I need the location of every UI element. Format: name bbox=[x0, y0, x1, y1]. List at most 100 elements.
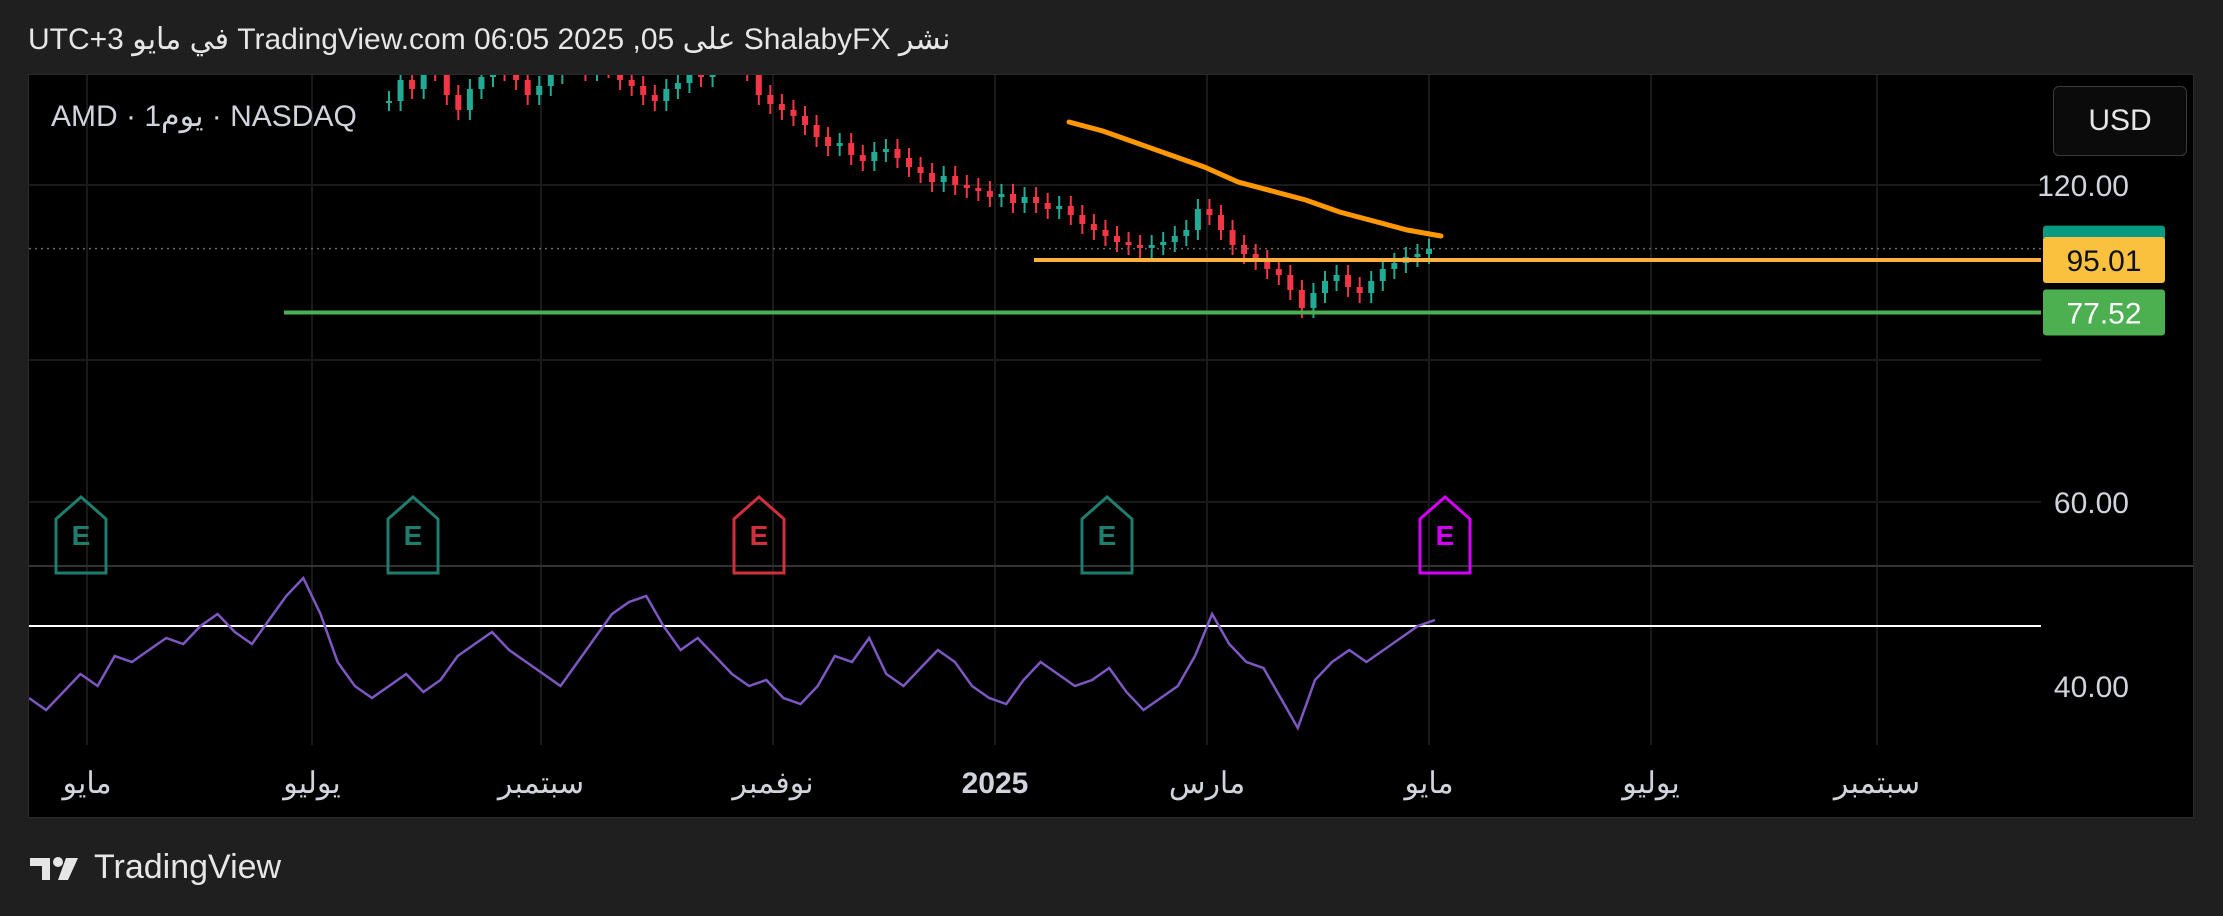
x-tick-label-1: يوليو bbox=[281, 767, 341, 801]
candle-body-42 bbox=[871, 152, 878, 161]
candle-body-83 bbox=[1345, 275, 1352, 287]
footer-brand[interactable]: TradingView bbox=[28, 848, 281, 887]
moving-average-line bbox=[1066, 119, 1444, 239]
candle-body-63 bbox=[1114, 236, 1120, 242]
candle-body-11 bbox=[513, 75, 520, 80]
candle-body-9 bbox=[490, 75, 496, 77]
candle-body-38 bbox=[825, 137, 832, 146]
candle-body-24 bbox=[663, 89, 670, 101]
candle-body-49 bbox=[952, 176, 959, 185]
candle-body-69 bbox=[1183, 230, 1190, 236]
chart-canvas[interactable]: 98.8095.0177.52120.0060.0040.00مايويوليو… bbox=[29, 75, 2194, 818]
candle-body-64 bbox=[1125, 242, 1132, 245]
earnings-marker-label-0: E bbox=[72, 520, 91, 551]
candle-body-89 bbox=[1414, 254, 1421, 257]
earnings-marker-label-1: E bbox=[404, 520, 423, 551]
candle-body-84 bbox=[1356, 287, 1363, 293]
candle-body-46 bbox=[917, 167, 924, 173]
currency-button[interactable]: USD bbox=[2053, 86, 2187, 156]
candle-body-0 bbox=[386, 101, 392, 103]
candle-body-25 bbox=[674, 83, 681, 89]
x-tick-label-3: نوفمبر bbox=[730, 767, 813, 801]
candle-body-58 bbox=[1056, 206, 1063, 209]
candle-body-59 bbox=[1067, 206, 1074, 215]
candle-body-61 bbox=[1090, 224, 1097, 230]
x-tick-label-0: مايو bbox=[60, 767, 111, 801]
candle-body-53 bbox=[998, 194, 1005, 197]
earnings-marker-label-3: E bbox=[1098, 520, 1117, 551]
candle-body-28 bbox=[709, 75, 716, 77]
candle-body-86 bbox=[1379, 269, 1386, 281]
candle-body-35 bbox=[790, 110, 797, 116]
candle-body-62 bbox=[1102, 230, 1109, 236]
candle-body-73 bbox=[1229, 230, 1236, 245]
candle-body-50 bbox=[963, 185, 970, 188]
candle-body-7 bbox=[466, 89, 473, 110]
x-tick-label-4: 2025 bbox=[962, 767, 1029, 800]
candle-body-81 bbox=[1322, 281, 1328, 293]
candle-body-57 bbox=[1044, 203, 1051, 209]
chart-frame[interactable]: 98.8095.0177.52120.0060.0040.00مايويوليو… bbox=[28, 74, 2194, 818]
y-tick-label-0: 120.00 bbox=[2037, 170, 2129, 203]
candle-body-52 bbox=[986, 191, 993, 197]
candle-body-85 bbox=[1368, 281, 1375, 293]
candle-body-68 bbox=[1171, 236, 1178, 242]
tradingview-logo-icon bbox=[30, 856, 78, 880]
candle-body-27 bbox=[698, 75, 704, 77]
candle-body-39 bbox=[836, 143, 843, 146]
candle-body-1 bbox=[397, 80, 404, 101]
candle-body-45 bbox=[906, 158, 912, 167]
x-tick-label-8: سبتمبر bbox=[1832, 767, 1920, 801]
candle-body-60 bbox=[1079, 215, 1086, 224]
candle-body-67 bbox=[1160, 242, 1167, 245]
candle-body-65 bbox=[1137, 245, 1144, 248]
candle-body-5 bbox=[443, 75, 450, 95]
symbol-label: AMD · 1يوم · NASDAQ bbox=[51, 100, 357, 133]
candle-body-26 bbox=[686, 75, 693, 83]
y-tick-label-2: 40.00 bbox=[2054, 671, 2129, 704]
price-label-2: 77.52 bbox=[2066, 297, 2141, 330]
earnings-marker-label-4: E bbox=[1436, 520, 1455, 551]
x-tick-label-6: مايو bbox=[1402, 767, 1453, 801]
y-tick-label-1: 60.00 bbox=[2054, 487, 2129, 520]
candle-body-90 bbox=[1426, 248, 1432, 254]
publication-header: نشر ShalabyFX على TradingView.com 06:05 … bbox=[28, 23, 951, 56]
x-tick-label-7: يوليو bbox=[1620, 767, 1680, 801]
candle-body-34 bbox=[778, 104, 785, 110]
candle-body-20 bbox=[617, 75, 624, 80]
x-tick-label-5: مارس bbox=[1169, 767, 1245, 801]
candle-body-77 bbox=[1275, 269, 1282, 275]
candle-body-44 bbox=[894, 149, 901, 158]
candle-body-23 bbox=[651, 95, 658, 101]
candle-body-40 bbox=[848, 143, 855, 155]
candle-body-41 bbox=[859, 155, 866, 161]
candle-body-21 bbox=[628, 80, 635, 86]
candle-body-80 bbox=[1310, 293, 1317, 308]
candle-body-37 bbox=[813, 125, 820, 137]
earnings-marker-label-2: E bbox=[750, 520, 769, 551]
candle-body-6 bbox=[455, 95, 462, 110]
candle-body-55 bbox=[1021, 197, 1028, 203]
candle-body-51 bbox=[975, 188, 982, 191]
candle-body-54 bbox=[1010, 194, 1016, 203]
candle-body-56 bbox=[1033, 197, 1040, 203]
candle-body-13 bbox=[536, 86, 543, 95]
candle-body-33 bbox=[767, 95, 774, 104]
candle-body-12 bbox=[524, 80, 531, 95]
footer-brand-text: TradingView bbox=[94, 848, 282, 886]
candle-body-70 bbox=[1194, 209, 1201, 230]
x-tick-label-2: سبتمبر bbox=[496, 767, 584, 801]
candle-body-66 bbox=[1148, 245, 1155, 248]
candle-body-82 bbox=[1333, 275, 1340, 281]
candle-body-22 bbox=[640, 86, 647, 95]
candle-body-36 bbox=[802, 116, 808, 125]
candle-body-32 bbox=[755, 75, 762, 95]
candle-body-72 bbox=[1218, 215, 1224, 230]
candle-body-78 bbox=[1287, 275, 1294, 290]
candle-body-74 bbox=[1241, 245, 1248, 254]
candle-body-71 bbox=[1206, 209, 1213, 215]
price-label-1: 95.01 bbox=[2066, 245, 2141, 278]
candle-body-43 bbox=[882, 149, 889, 152]
candle-body-3 bbox=[420, 75, 427, 89]
candle-body-87 bbox=[1391, 263, 1398, 269]
